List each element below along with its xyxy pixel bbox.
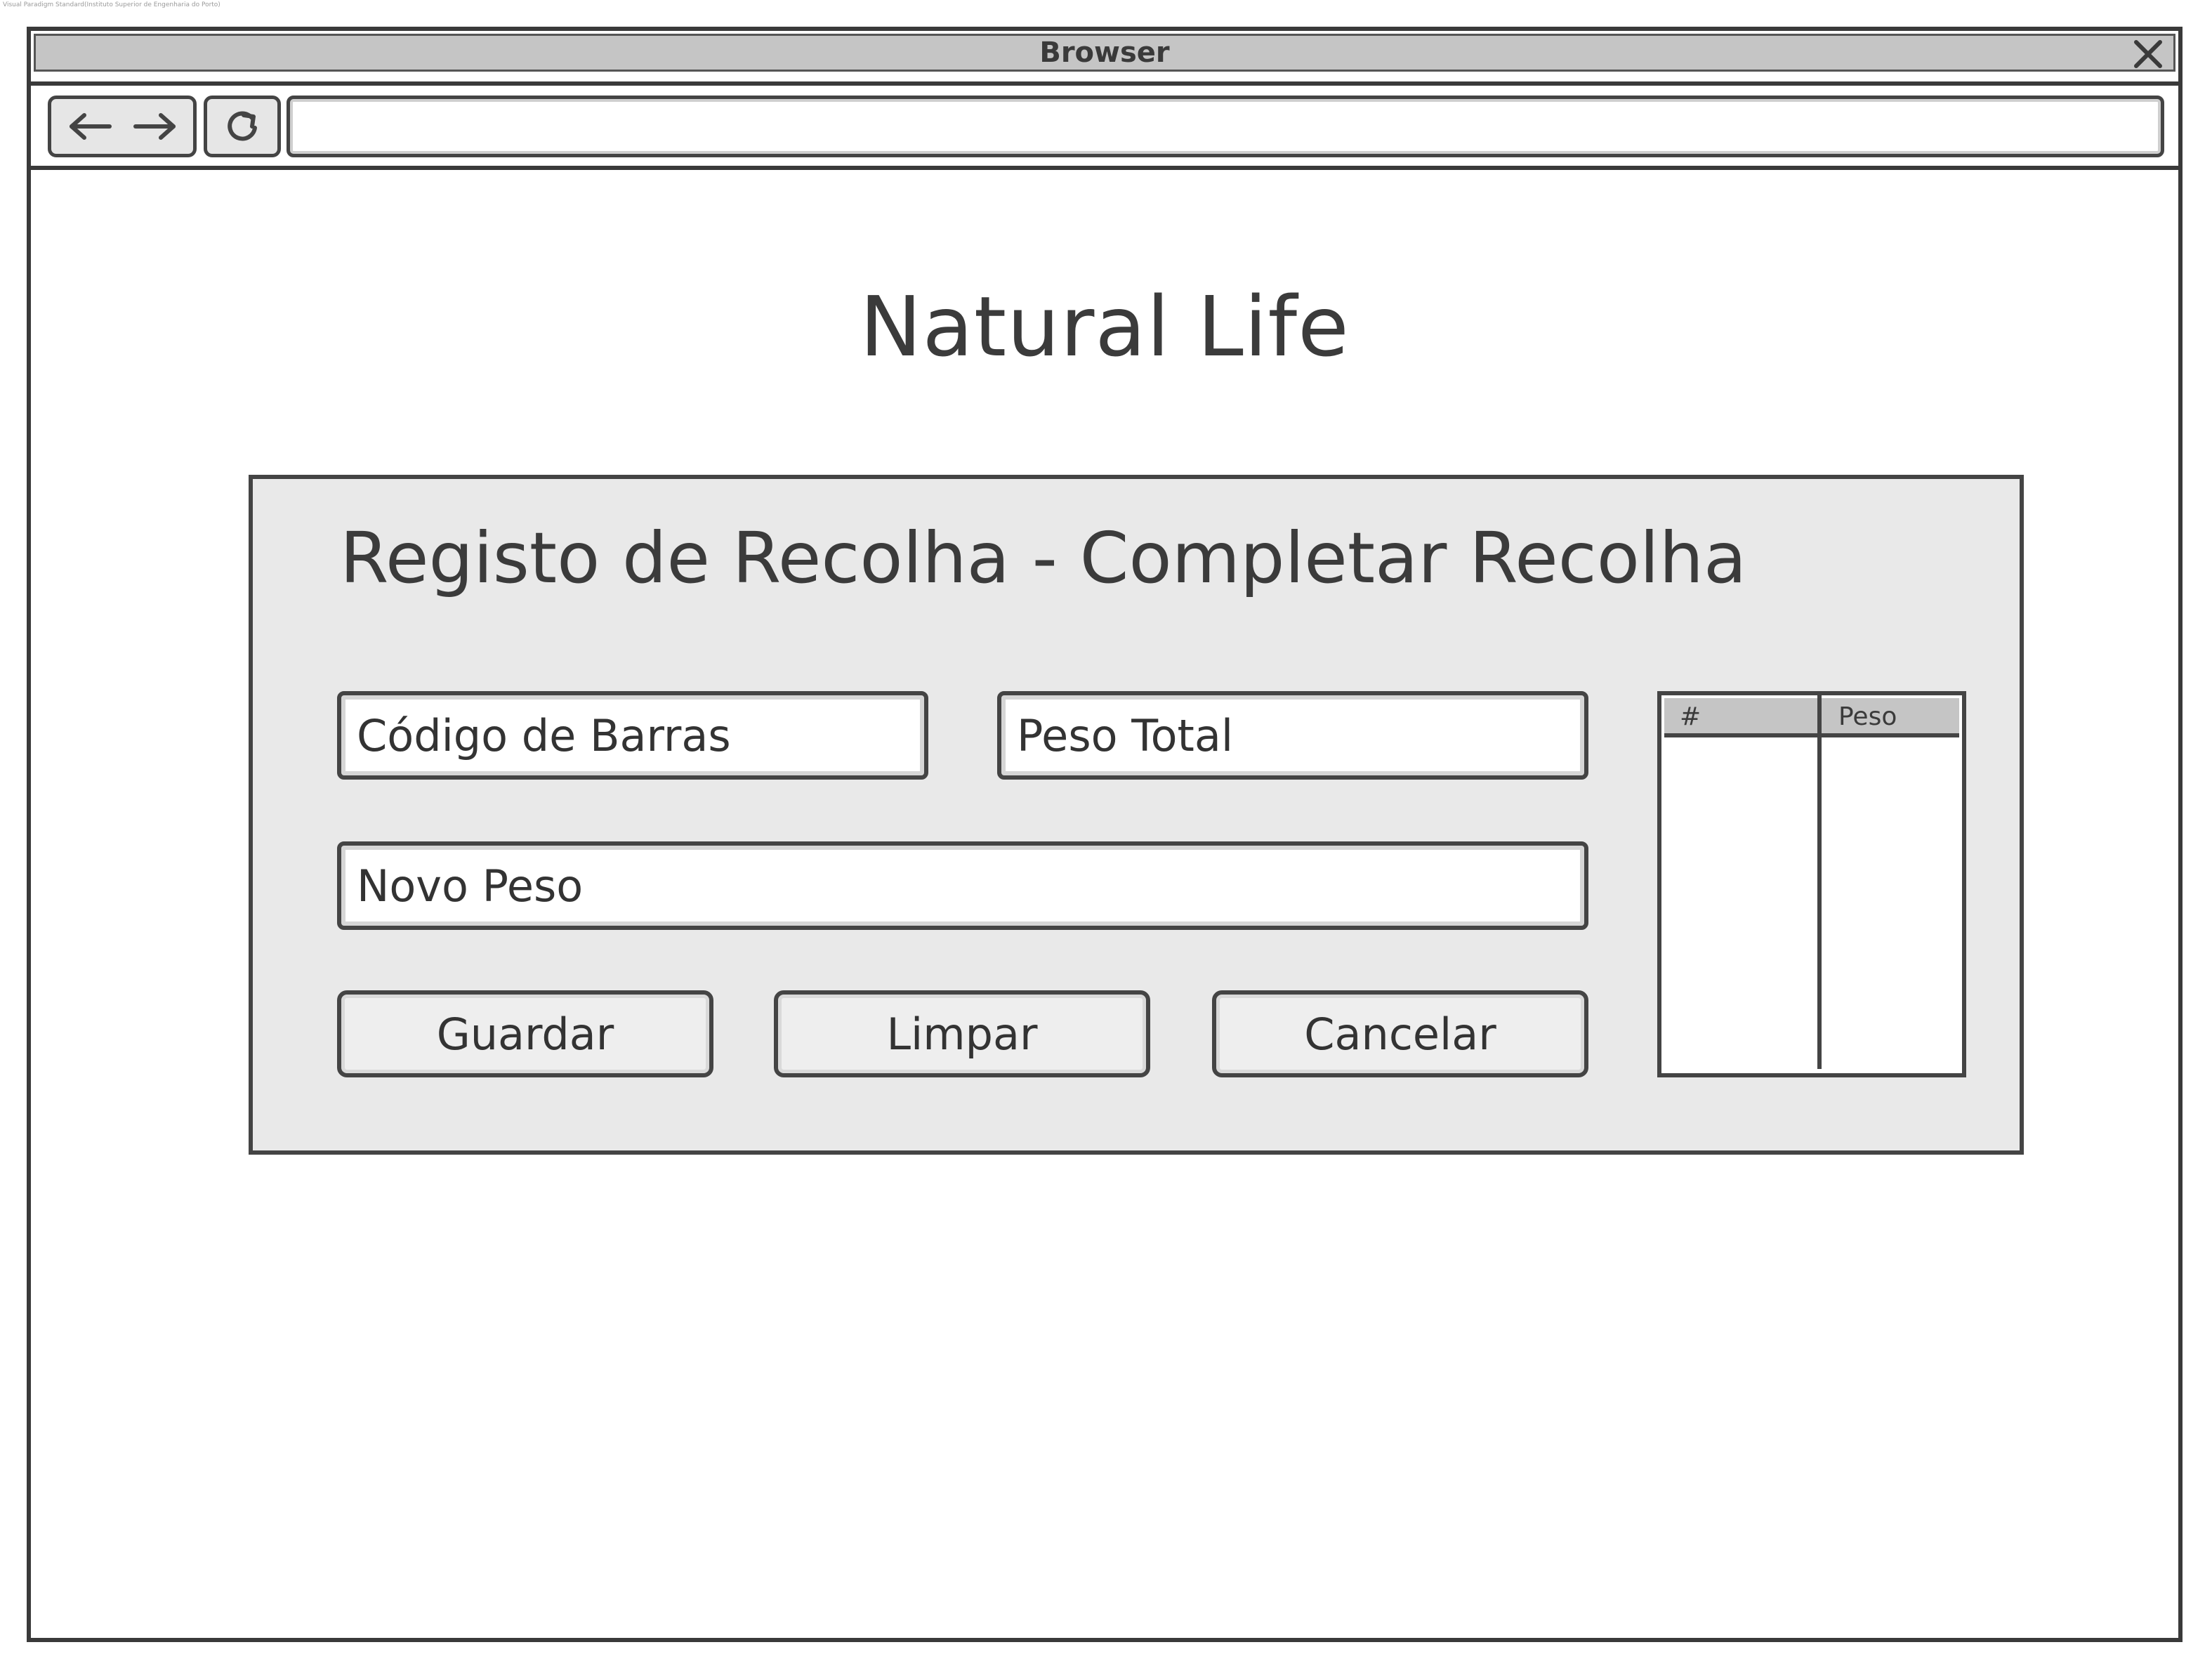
app-title: Natural Life bbox=[860, 278, 1350, 375]
window-title: Browser bbox=[1039, 37, 1170, 69]
navigation-buttons bbox=[48, 96, 197, 157]
address-bar[interactable] bbox=[287, 96, 2164, 157]
cancel-button[interactable]: Cancelar bbox=[1212, 990, 1588, 1077]
weights-table: # Peso bbox=[1657, 691, 1966, 1077]
arrow-left-icon[interactable] bbox=[63, 105, 118, 147]
panel-title: Registo de Recolha - Completar Recolha bbox=[340, 517, 1747, 599]
toolbar-top-divider bbox=[31, 81, 2178, 86]
table-header-index: # bbox=[1680, 702, 1701, 731]
close-icon[interactable] bbox=[2131, 38, 2165, 70]
reload-icon[interactable] bbox=[204, 96, 281, 157]
form-panel: Registo de Recolha - Completar Recolha G… bbox=[249, 475, 2024, 1155]
browser-window: Browser Natural Life Registo de Recolha … bbox=[27, 27, 2183, 1642]
table-header-weight: Peso bbox=[1838, 702, 1897, 731]
toolbar-bottom-divider bbox=[31, 166, 2178, 170]
arrow-right-icon[interactable] bbox=[127, 105, 182, 147]
save-button[interactable]: Guardar bbox=[337, 990, 713, 1077]
table-header: # Peso bbox=[1664, 698, 1959, 737]
clear-button[interactable]: Limpar bbox=[774, 990, 1150, 1077]
title-bar: Browser bbox=[34, 34, 2175, 72]
table-column-divider bbox=[1817, 695, 1822, 1069]
new-weight-field[interactable] bbox=[337, 841, 1588, 930]
watermark: Visual Paradigm Standard(Instituto Super… bbox=[3, 1, 220, 8]
total-weight-field[interactable] bbox=[997, 691, 1588, 780]
barcode-field[interactable] bbox=[337, 691, 928, 780]
